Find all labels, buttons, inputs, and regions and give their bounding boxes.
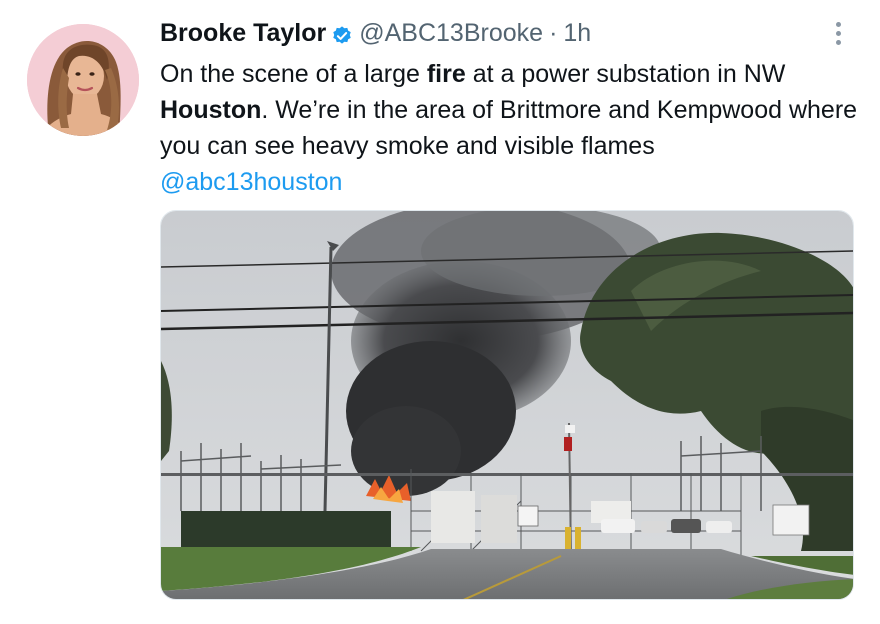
- author-name[interactable]: Brooke Taylor: [160, 16, 326, 50]
- avatar[interactable]: [27, 24, 139, 136]
- tweet-header: Brooke Taylor @ABC13Brooke · 1h: [160, 16, 591, 50]
- text-part: at a power substation in NW: [465, 60, 786, 88]
- more-options-icon[interactable]: [826, 16, 850, 50]
- tweet-text: On the scene of a large fire at a power …: [160, 56, 860, 200]
- tweet-card[interactable]: Brooke Taylor @ABC13Brooke · 1h On the s…: [0, 0, 880, 624]
- mention-link[interactable]: @abc13houston: [160, 164, 860, 200]
- tweet-photo[interactable]: [160, 210, 854, 600]
- separator-dot: ·: [549, 19, 558, 47]
- author-handle[interactable]: @ABC13Brooke: [359, 16, 543, 50]
- substation-fire-photo: [161, 211, 853, 599]
- text-bold-houston: Houston: [160, 96, 262, 124]
- text-bold-fire: fire: [426, 60, 466, 88]
- text-part: On the scene of a large: [160, 60, 427, 88]
- text-part: . We’re in the area of Brittmore and Kem…: [160, 96, 858, 160]
- timestamp[interactable]: 1h: [563, 16, 591, 50]
- verified-badge-icon: [331, 22, 353, 44]
- avatar-image: [27, 24, 139, 136]
